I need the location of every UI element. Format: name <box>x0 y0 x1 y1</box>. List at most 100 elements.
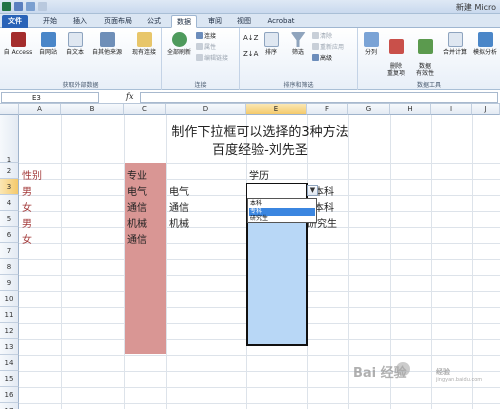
cell-a3[interactable]: 男 <box>22 186 32 200</box>
active-cell-e3[interactable] <box>247 184 306 198</box>
dropdown-option[interactable]: 研究生 <box>249 215 315 223</box>
tab-home[interactable]: 开始 <box>38 15 62 28</box>
excel-logo-icon[interactable] <box>2 2 11 11</box>
row-header-11[interactable]: 11 <box>0 307 19 323</box>
cell-a2[interactable]: 性别 <box>22 170 42 184</box>
tab-review[interactable]: 审阅 <box>203 15 227 28</box>
formula-input[interactable] <box>140 92 498 103</box>
row-header-7[interactable]: 7 <box>0 243 19 259</box>
row-header-13[interactable]: 13 <box>0 339 19 355</box>
existing-connections-icon <box>136 32 152 47</box>
reapply-button[interactable]: 重新应用 <box>312 43 344 52</box>
column-header-i[interactable]: I <box>431 104 472 115</box>
reapply-icon <box>312 43 319 50</box>
tab-view[interactable]: 视图 <box>232 15 256 28</box>
gridline <box>472 115 473 409</box>
select-all-corner[interactable] <box>0 104 19 115</box>
cell-c5[interactable]: 机械 <box>127 218 147 232</box>
column-header-g[interactable]: G <box>348 104 390 115</box>
tab-insert[interactable]: 插入 <box>68 15 92 28</box>
cell-f4[interactable]: 本科 <box>314 202 334 216</box>
row-header-1[interactable]: 1 <box>0 115 19 164</box>
from-text-button[interactable]: 自文本 <box>62 32 88 56</box>
edit-links-button[interactable]: 编辑链接 <box>196 54 228 63</box>
sort-button[interactable]: 排序 <box>260 32 282 56</box>
tab-acrobat[interactable]: Acrobat <box>263 15 299 28</box>
column-header-e[interactable]: E <box>246 104 307 115</box>
ribbon: 自 Access 自网站 自文本 自其他来源 现有连接 获取外部数据 全部刷新 … <box>0 28 500 90</box>
column-header-h[interactable]: H <box>390 104 431 115</box>
existing-connections-button[interactable]: 现有连接 <box>127 32 161 56</box>
row-header-2[interactable]: 2 <box>0 163 19 179</box>
redo-icon[interactable] <box>38 2 47 11</box>
sort-za-button[interactable]: Z↓A <box>243 50 258 59</box>
properties-button[interactable]: 属性 <box>196 43 216 52</box>
sheet-title-line1: 制作下拉框可以选择的3种方法 <box>171 125 349 140</box>
from-other-sources-button[interactable]: 自其他来源 <box>89 32 125 56</box>
split-columns-icon <box>363 32 379 47</box>
row-header-3[interactable]: 3 <box>0 179 19 195</box>
from-web-button[interactable]: 自网站 <box>35 32 61 56</box>
row-header-12[interactable]: 12 <box>0 323 19 339</box>
text-to-columns-button[interactable]: 分列 <box>360 32 382 56</box>
cell-d5[interactable]: 机械 <box>169 218 189 232</box>
group-title-connections: 连接 <box>194 82 207 89</box>
validation-dropdown-list: 本科 专科 研究生 <box>247 198 317 223</box>
gridline <box>348 115 349 409</box>
cell-c6[interactable]: 通信 <box>127 234 147 248</box>
cell-e2[interactable]: 学历 <box>249 170 269 184</box>
column-header-b[interactable]: B <box>61 104 124 115</box>
refresh-all-button[interactable]: 全部刷新 <box>164 32 194 56</box>
advanced-filter-button[interactable]: 高级 <box>312 54 332 63</box>
cell-d4[interactable]: 通信 <box>169 202 189 216</box>
column-header-d[interactable]: D <box>166 104 246 115</box>
row-header-5[interactable]: 5 <box>0 211 19 227</box>
row-header-4[interactable]: 4 <box>0 195 19 211</box>
watermark-url: jingyan.baidu.com <box>436 377 483 383</box>
row-header-14[interactable]: 14 <box>0 355 19 371</box>
sort-az-button[interactable]: A↓Z <box>243 34 258 43</box>
consolidate-button[interactable]: 合并计算 <box>440 32 470 56</box>
cell-c2[interactable]: 专业 <box>127 170 147 184</box>
column-header-f[interactable]: F <box>307 104 348 115</box>
row-header-15[interactable]: 15 <box>0 371 19 387</box>
gridline <box>61 115 62 409</box>
watermark-sub: 经验 <box>436 368 450 376</box>
fx-icon[interactable]: fx <box>126 92 133 101</box>
row-header-6[interactable]: 6 <box>0 227 19 243</box>
cell-c4[interactable]: 通信 <box>127 202 147 216</box>
cell-a5[interactable]: 男 <box>22 218 32 232</box>
column-header-j[interactable]: J <box>472 104 500 115</box>
column-header-c[interactable]: C <box>124 104 166 115</box>
tab-formulas[interactable]: 公式 <box>142 15 166 28</box>
tab-file[interactable]: 文件 <box>2 15 28 28</box>
row-header-9[interactable]: 9 <box>0 275 19 291</box>
remove-duplicates-button[interactable]: 删除 重复项 <box>383 32 409 77</box>
cell-c3[interactable]: 电气 <box>127 186 147 200</box>
cell-a4[interactable]: 女 <box>22 202 32 216</box>
cell-d3[interactable]: 电气 <box>169 186 189 200</box>
undo-icon[interactable] <box>26 2 35 11</box>
row-header-8[interactable]: 8 <box>0 259 19 275</box>
save-icon[interactable] <box>14 2 23 11</box>
gridline <box>19 371 500 372</box>
dropdown-arrow-icon[interactable]: ▼ <box>307 185 318 196</box>
formula-bar: E3 fx <box>0 91 500 104</box>
row-header-17[interactable]: 17 <box>0 403 19 409</box>
row-header-16[interactable]: 16 <box>0 387 19 403</box>
tab-page-layout[interactable]: 页面布局 <box>98 15 138 28</box>
what-if-analysis-button[interactable]: 模拟分析 <box>470 32 500 56</box>
from-access-button[interactable]: 自 Access <box>2 32 34 56</box>
clear-filter-button[interactable]: 清除 <box>312 32 332 41</box>
row-header-10[interactable]: 10 <box>0 291 19 307</box>
tab-data[interactable]: 数据 <box>171 15 197 28</box>
dropdown-option[interactable]: 本科 <box>249 200 315 208</box>
data-validation-button[interactable]: 数据 有效性 <box>411 32 439 77</box>
cell-a6[interactable]: 女 <box>22 234 32 248</box>
name-box[interactable]: E3 <box>1 92 99 103</box>
advanced-icon <box>312 54 319 61</box>
filter-button[interactable]: 筛选 <box>287 32 309 56</box>
consolidate-icon <box>447 32 463 47</box>
column-header-a[interactable]: A <box>19 104 61 115</box>
connections-button[interactable]: 连接 <box>196 32 216 41</box>
